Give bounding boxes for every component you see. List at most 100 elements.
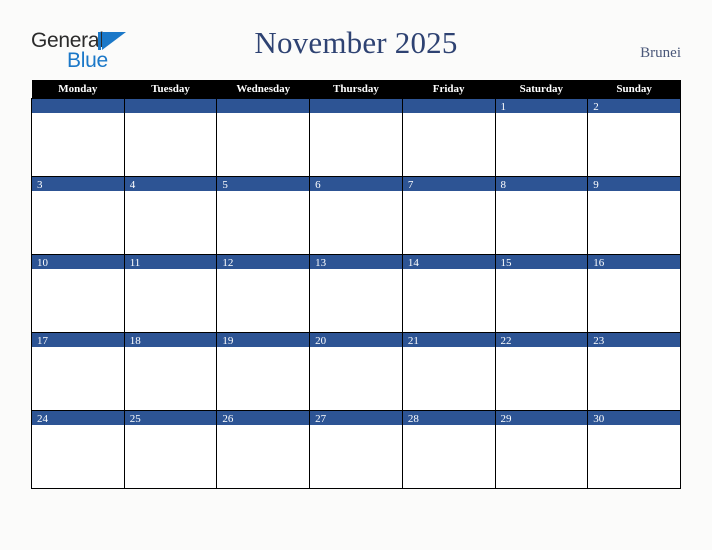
day-events-area[interactable]: [32, 425, 124, 488]
day-events-area[interactable]: [124, 425, 217, 488]
weekday-header-tuesday: Tuesday: [124, 80, 217, 99]
calendar-day-cell[interactable]: 16: [587, 254, 681, 333]
day-events-area[interactable]: [217, 113, 310, 176]
calendar-day-cell[interactable]: 11: [123, 254, 218, 333]
day-events-area[interactable]: [217, 269, 310, 332]
day-events-area[interactable]: [217, 191, 310, 254]
calendar-day-cell[interactable]: 4: [123, 176, 218, 255]
day-events-area[interactable]: [588, 113, 680, 176]
day-events-area[interactable]: [310, 425, 402, 488]
day-events-area[interactable]: [124, 191, 217, 254]
day-events-area[interactable]: [588, 191, 680, 254]
weekday-header-friday: Friday: [402, 80, 496, 99]
day-events-area[interactable]: [588, 425, 680, 488]
day-events-area[interactable]: [32, 269, 124, 332]
day-events-area[interactable]: [495, 113, 588, 176]
calendar-day-cell[interactable]: 1: [494, 98, 589, 177]
day-events-area[interactable]: [402, 425, 495, 488]
day-number: 4: [129, 179, 136, 191]
calendar-day-cell[interactable]: 28: [401, 410, 496, 489]
calendar-day-cell[interactable]: 20: [309, 332, 403, 411]
calendar-day-cell[interactable]: 7: [401, 176, 496, 255]
day-number: 24: [37, 413, 48, 425]
day-events-area[interactable]: [402, 347, 495, 410]
day-number: 26: [222, 413, 234, 425]
day-events-area[interactable]: [310, 269, 402, 332]
day-events-area[interactable]: [402, 269, 495, 332]
calendar-day-cell[interactable]: 13: [309, 254, 403, 333]
calendar-day-cell[interactable]: 19: [216, 332, 311, 411]
day-events-area[interactable]: [402, 113, 495, 176]
day-events-area[interactable]: [495, 191, 588, 254]
day-events-area[interactable]: [124, 347, 217, 410]
day-number: 28: [407, 413, 419, 425]
page-header: General Blue November 2025 Brunei: [0, 0, 712, 78]
calendar-day-cell[interactable]: 9: [587, 176, 681, 255]
calendar-week-row: 1 2: [31, 98, 681, 177]
calendar-day-cell[interactable]: 27: [309, 410, 403, 489]
calendar-day-cell[interactable]: 2: [587, 98, 681, 177]
calendar-day-cell[interactable]: 10: [31, 254, 125, 333]
calendar-week-row: 17 18 19 20 21 22 23: [31, 332, 681, 411]
day-events-area[interactable]: [32, 347, 124, 410]
calendar-day-cell[interactable]: 24: [31, 410, 125, 489]
day-events-area[interactable]: [124, 269, 217, 332]
page-title: November 2025: [254, 25, 458, 60]
day-events-area[interactable]: [217, 347, 310, 410]
calendar-day-cell[interactable]: 22: [494, 332, 589, 411]
calendar-day-cell[interactable]: 21: [401, 332, 496, 411]
calendar-day-cell[interactable]: [31, 98, 125, 177]
day-events-area[interactable]: [588, 347, 680, 410]
calendar-day-cell[interactable]: [123, 98, 218, 177]
day-events-area[interactable]: [495, 269, 588, 332]
calendar-day-cell[interactable]: 6: [309, 176, 403, 255]
day-number: 14: [407, 257, 419, 269]
weekday-header-monday: Monday: [31, 80, 125, 99]
calendar-day-cell[interactable]: [216, 98, 311, 177]
calendar-day-cell[interactable]: 26: [216, 410, 311, 489]
calendar-day-cell[interactable]: 30: [587, 410, 681, 489]
day-events-area[interactable]: [495, 347, 588, 410]
calendar-grid: Monday Tuesday Wednesday Thursday Friday…: [31, 80, 681, 489]
day-events-area[interactable]: [32, 191, 124, 254]
day-number: 9: [593, 179, 599, 191]
calendar-week-row: 24 25 26 27 28 29 30: [31, 410, 681, 489]
day-events-area[interactable]: [217, 425, 310, 488]
calendar-day-cell[interactable]: 3: [31, 176, 125, 255]
calendar-day-cell[interactable]: 23: [587, 332, 681, 411]
day-events-area[interactable]: [124, 113, 217, 176]
calendar-day-cell[interactable]: [401, 98, 496, 177]
day-number: 3: [37, 179, 43, 191]
calendar-header-row: Monday Tuesday Wednesday Thursday Friday…: [31, 80, 681, 99]
day-events-area[interactable]: [588, 269, 680, 332]
day-events-area[interactable]: [310, 347, 402, 410]
day-number: 16: [593, 257, 605, 269]
calendar-day-cell[interactable]: 5: [216, 176, 311, 255]
calendar-day-cell[interactable]: [309, 98, 403, 177]
calendar-day-cell[interactable]: 25: [123, 410, 218, 489]
day-number: 12: [222, 257, 234, 269]
calendar-day-cell[interactable]: 17: [31, 332, 125, 411]
day-events-area[interactable]: [310, 113, 402, 176]
day-events-area[interactable]: [402, 191, 495, 254]
weekday-header-saturday: Saturday: [495, 80, 588, 99]
calendar-week-row: 3 4 5 6 7 8 9: [31, 176, 681, 255]
day-events-area[interactable]: [32, 113, 124, 176]
day-number: 11: [129, 257, 141, 269]
day-number: 1: [500, 101, 507, 113]
day-number: 7: [407, 179, 414, 191]
calendar-day-cell[interactable]: 14: [401, 254, 496, 333]
day-number: 29: [500, 413, 512, 425]
calendar-day-cell[interactable]: 8: [494, 176, 589, 255]
day-number: 30: [593, 413, 605, 425]
calendar-week-row: 10 11 12 13 14 15 16: [31, 254, 681, 333]
day-number: 6: [315, 179, 321, 191]
calendar-day-cell[interactable]: 29: [494, 410, 589, 489]
calendar-day-cell[interactable]: 15: [494, 254, 589, 333]
day-number: 5: [222, 179, 228, 191]
calendar-day-cell[interactable]: 12: [216, 254, 311, 333]
day-events-area[interactable]: [310, 191, 402, 254]
day-events-area[interactable]: [495, 425, 588, 488]
calendar-day-cell[interactable]: 18: [123, 332, 218, 411]
weekday-header-sunday: Sunday: [587, 80, 681, 99]
